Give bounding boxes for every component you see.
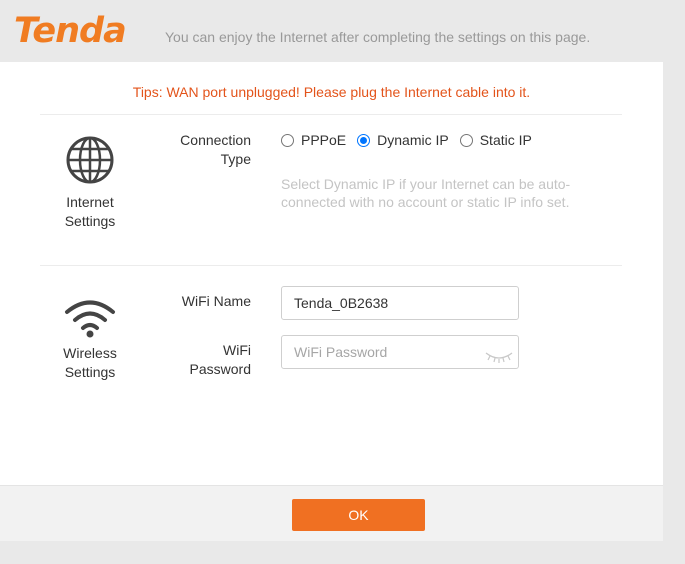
wifi-password-input[interactable]: WiFi Password xyxy=(281,335,519,369)
ok-button[interactable]: OK xyxy=(292,499,425,531)
tenda-logo: Tenda xyxy=(14,11,127,51)
radio-button[interactable] xyxy=(459,133,473,147)
wireless-settings-label: Wireless Settings xyxy=(63,345,117,380)
radio-static-ip[interactable]: Static IP xyxy=(459,132,532,148)
divider xyxy=(40,114,622,115)
radio-button-selected[interactable] xyxy=(357,133,371,147)
connection-type-radio-group: PPPoE Dynamic IP Static IP xyxy=(281,132,543,148)
divider xyxy=(40,265,622,266)
wifi-password-label: WiFi Password xyxy=(189,342,251,377)
radio-button[interactable] xyxy=(281,133,294,147)
internet-settings-label: Internet Settings xyxy=(64,194,116,229)
wifi-icon xyxy=(64,299,116,342)
eye-closed-icon[interactable] xyxy=(484,344,514,376)
header: Tenda You can enjoy the Internet after c… xyxy=(0,0,685,62)
connection-hint: Select Dynamic IP if your Internet can b… xyxy=(281,176,571,210)
globe-icon xyxy=(65,135,115,188)
wifi-name-label: WiFi Name xyxy=(181,293,251,309)
header-subtitle: You can enjoy the Internet after complet… xyxy=(165,29,591,45)
radio-pppoe[interactable]: PPPoE xyxy=(281,132,346,148)
settings-panel: Tips: WAN port unplugged! Please plug th… xyxy=(0,62,663,541)
footer-bar: OK xyxy=(0,485,663,541)
radio-dynamic-ip[interactable]: Dynamic IP xyxy=(357,132,449,148)
wifi-name-input[interactable]: Tenda_0B2638 xyxy=(281,286,519,320)
connection-type-label: Connection Type xyxy=(180,132,251,167)
wan-tips: Tips: WAN port unplugged! Please plug th… xyxy=(132,84,531,100)
